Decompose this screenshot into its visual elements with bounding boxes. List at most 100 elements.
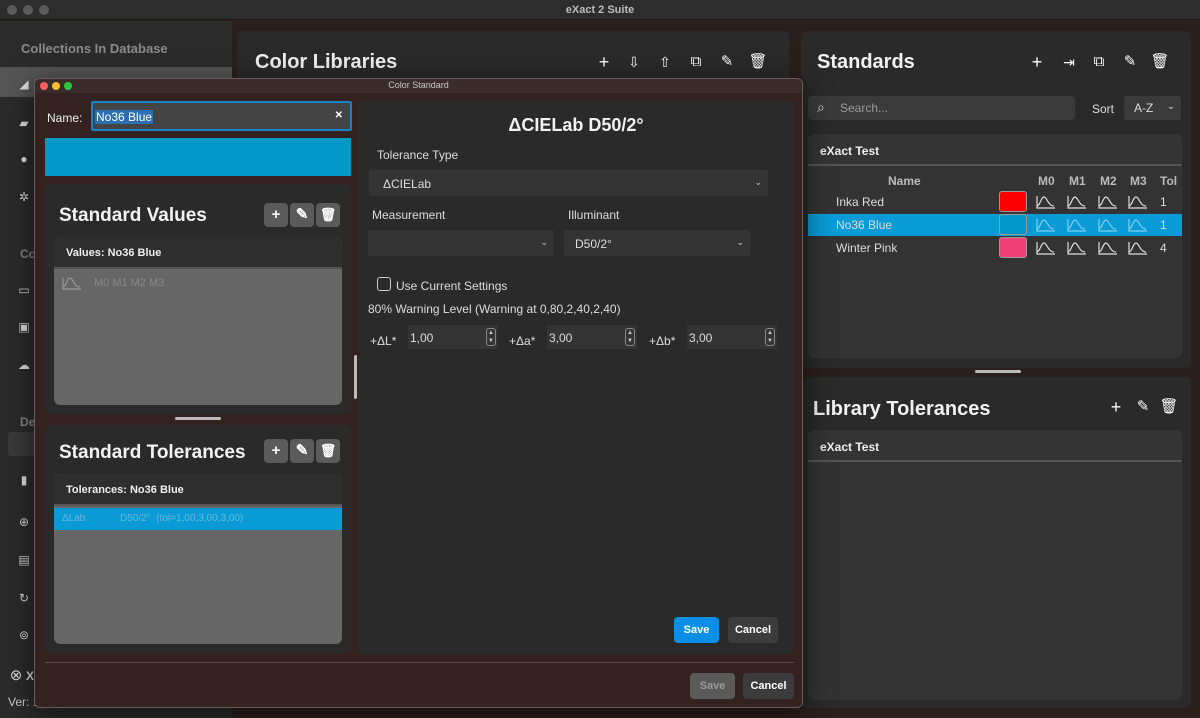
export-library-icon[interactable]: ⇧ bbox=[654, 51, 676, 73]
gear-icon[interactable]: ✲ bbox=[16, 190, 32, 206]
stepper-icon[interactable]: ▲ ▼ bbox=[625, 328, 635, 346]
standard-tolerance-count: 1 bbox=[1160, 218, 1167, 232]
spectrum-m3-icon[interactable] bbox=[1128, 194, 1148, 210]
clear-icon[interactable]: ✕ bbox=[335, 110, 343, 121]
puzzle-icon[interactable]: ▣ bbox=[16, 320, 32, 336]
name-label: Name: bbox=[47, 111, 83, 125]
add-value-button[interactable]: + bbox=[264, 203, 288, 227]
dialog-title: Color Standard bbox=[388, 80, 449, 90]
sort-label: Sort bbox=[1092, 102, 1115, 116]
import-library-icon[interactable]: ⇩ bbox=[623, 51, 645, 73]
edit-tolerance-icon[interactable]: ✎ bbox=[1132, 396, 1154, 418]
add-library-icon[interactable]: + bbox=[593, 51, 615, 73]
measurement-label: Measurement bbox=[372, 208, 446, 222]
folder-icon[interactable]: ▰ bbox=[16, 116, 32, 132]
monitor-icon[interactable]: ▭ bbox=[16, 283, 32, 299]
logo-text: X bbox=[26, 669, 35, 683]
user-icon[interactable]: ● bbox=[16, 152, 32, 168]
name-input[interactable]: No36 Blue ✕ bbox=[91, 101, 352, 131]
delete-standard-icon[interactable]: 🗑 bbox=[1149, 51, 1171, 73]
document-icon[interactable]: ▤ bbox=[16, 553, 32, 569]
dialog-cancel-button[interactable]: Cancel bbox=[743, 673, 794, 699]
use-current-settings-checkbox[interactable] bbox=[377, 277, 391, 291]
network-icon[interactable]: ⊚ bbox=[16, 628, 32, 644]
stepper-icon[interactable]: ▲ ▼ bbox=[765, 328, 775, 346]
panel-resize-handle[interactable] bbox=[975, 370, 1021, 373]
spectrum-m0-icon[interactable] bbox=[1036, 194, 1056, 210]
target-icon[interactable]: ⊕ bbox=[16, 515, 32, 531]
search-icon: ⌕ bbox=[817, 99, 825, 115]
device-icon[interactable]: ▮ bbox=[16, 473, 32, 489]
spectrum-m1-icon[interactable] bbox=[1067, 194, 1087, 210]
edit-standard-icon[interactable]: ✎ bbox=[1119, 51, 1141, 73]
tolerance-heading: ΔCIELab D50/2° bbox=[508, 115, 644, 135]
column-m2[interactable]: M2 bbox=[1100, 174, 1117, 188]
spectrum-m1-icon[interactable] bbox=[1067, 240, 1087, 256]
standard-row[interactable]: Winter Pink 4 bbox=[808, 237, 1182, 259]
spectrum-m2-icon[interactable] bbox=[1098, 194, 1118, 210]
spectrum-m1-icon[interactable] bbox=[1067, 217, 1087, 233]
spectrum-m2-icon[interactable] bbox=[1098, 240, 1118, 256]
library-tolerances-group-header[interactable]: eXact Test bbox=[808, 430, 1182, 462]
column-m1[interactable]: M1 bbox=[1069, 174, 1086, 188]
warning-level-text: 80% Warning Level (Warning at 0,80,2,40,… bbox=[368, 302, 621, 316]
delta-a-label: +Δa* bbox=[509, 334, 536, 348]
xrite-logo-icon: ⊗ bbox=[9, 667, 23, 684]
standards-title: Standards bbox=[817, 51, 915, 73]
tolerance-row[interactable]: ΔLab D50/2° (tol=1,00,3,00,3,00) bbox=[54, 508, 342, 530]
delta-a-input[interactable]: 3,00 ▲ ▼ bbox=[547, 325, 637, 349]
window-title: eXact 2 Suite bbox=[565, 4, 635, 16]
add-tolerance-button[interactable]: + bbox=[264, 439, 288, 463]
duplicate-standard-icon[interactable]: ⧉ bbox=[1088, 51, 1110, 73]
dialog-titlebar: Color Standard bbox=[35, 79, 802, 93]
edit-library-icon[interactable]: ✎ bbox=[716, 51, 738, 73]
edit-tolerance-button[interactable]: ✎ bbox=[290, 439, 314, 463]
measurement-select[interactable]: ⌄ bbox=[368, 230, 554, 256]
dialog-save-button[interactable]: Save bbox=[690, 673, 735, 699]
standards-group-header[interactable]: eXact Test bbox=[808, 134, 1182, 166]
dialog-resize-handle[interactable] bbox=[175, 417, 221, 420]
chevron-down-icon: ⌄ bbox=[754, 177, 762, 187]
standard-row[interactable]: No36 Blue 1 bbox=[808, 214, 1182, 236]
values-card-header: Values: No36 Blue bbox=[54, 237, 342, 269]
column-name[interactable]: Name bbox=[888, 174, 921, 188]
spectrum-m2-icon[interactable] bbox=[1098, 217, 1118, 233]
search-placeholder: Search... bbox=[840, 101, 889, 115]
delete-library-icon[interactable]: 🗑 bbox=[747, 51, 769, 73]
tolerances-card-header: Tolerances: No36 Blue bbox=[54, 474, 342, 506]
standards-search-input[interactable]: ⌕ Search... bbox=[808, 96, 1075, 120]
values-row-text[interactable]: M0 M1 M2 M3 bbox=[94, 277, 164, 289]
tolerance-row-type: ΔLab bbox=[62, 513, 86, 524]
tolerance-type-select[interactable]: ΔCIELab ⌄ bbox=[369, 170, 768, 196]
spectrum-m3-icon[interactable] bbox=[1128, 240, 1148, 256]
spectrum-m0-icon[interactable] bbox=[1036, 240, 1056, 256]
stepper-icon[interactable]: ▲ ▼ bbox=[486, 328, 496, 346]
tolerances-card: Tolerances: No36 Blue ΔLab D50/2° (tol=1… bbox=[54, 474, 342, 644]
refresh-icon[interactable]: ↻ bbox=[16, 591, 32, 607]
standard-row[interactable]: Inka Red 1 bbox=[808, 191, 1182, 213]
duplicate-library-icon[interactable]: ⧉ bbox=[685, 51, 707, 73]
column-tol[interactable]: Tol bbox=[1160, 174, 1177, 188]
tolerance-cancel-button[interactable]: Cancel bbox=[728, 617, 778, 643]
cloud-icon[interactable]: ☁ bbox=[16, 358, 32, 374]
add-tolerance-icon[interactable]: + bbox=[1105, 396, 1127, 418]
column-m3[interactable]: M3 bbox=[1130, 174, 1147, 188]
spectrum-m0-icon[interactable] bbox=[1036, 217, 1056, 233]
delete-tolerance-button[interactable]: 🗑 bbox=[316, 439, 340, 463]
import-standard-icon[interactable]: ⇥ bbox=[1058, 51, 1080, 73]
illuminant-select[interactable]: D50/2° ⌄ bbox=[564, 230, 750, 256]
add-standard-icon[interactable]: + bbox=[1026, 51, 1048, 73]
delete-value-button[interactable]: 🗑 bbox=[316, 203, 340, 227]
sort-select[interactable]: A-Z ⌄ bbox=[1124, 96, 1181, 120]
tolerance-save-button[interactable]: Save bbox=[674, 617, 719, 643]
delta-l-input[interactable]: 1,00 ▲ ▼ bbox=[408, 325, 498, 349]
delta-b-label: +Δb* bbox=[649, 334, 676, 348]
vertical-splitter[interactable] bbox=[354, 355, 357, 399]
column-m0[interactable]: M0 bbox=[1038, 174, 1055, 188]
color-library-icon[interactable]: ◢ bbox=[16, 77, 32, 93]
delete-tolerance-icon[interactable]: 🗑 bbox=[1158, 396, 1180, 418]
spectrum-m3-icon[interactable] bbox=[1128, 217, 1148, 233]
delta-b-input[interactable]: 3,00 ▲ ▼ bbox=[687, 325, 777, 349]
edit-value-button[interactable]: ✎ bbox=[290, 203, 314, 227]
standard-tolerances-title: Standard Tolerances bbox=[59, 442, 246, 463]
